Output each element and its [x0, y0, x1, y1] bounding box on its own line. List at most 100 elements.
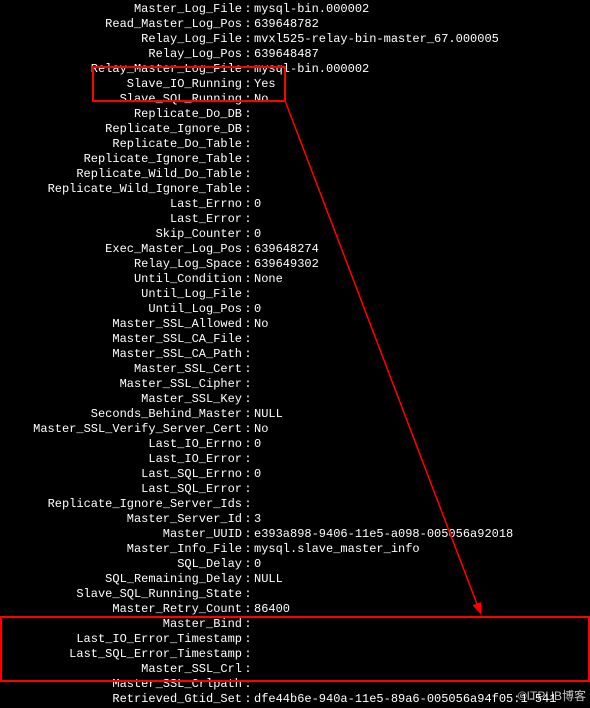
status-row: Master_SSL_Crlpath:: [4, 677, 586, 692]
colon-separator: :: [244, 662, 252, 677]
status-row: Replicate_Ignore_Server_Ids:: [4, 497, 586, 512]
colon-separator: :: [244, 32, 252, 47]
status-value: [252, 347, 586, 362]
status-value: [252, 377, 586, 392]
status-label: Exec_Master_Log_Pos: [4, 242, 244, 257]
colon-separator: :: [244, 212, 252, 227]
status-row: Replicate_Wild_Ignore_Table:: [4, 182, 586, 197]
status-value: 0: [252, 227, 586, 242]
colon-separator: :: [244, 647, 252, 662]
status-value: [252, 392, 586, 407]
colon-separator: :: [244, 107, 252, 122]
status-value: NULL: [252, 407, 586, 422]
colon-separator: :: [244, 362, 252, 377]
status-label: Replicate_Do_DB: [4, 107, 244, 122]
status-value: 0: [252, 467, 586, 482]
status-row: Slave_SQL_Running_State:: [4, 587, 586, 602]
status-label: Read_Master_Log_Pos: [4, 17, 244, 32]
status-label: Master_Log_File: [4, 2, 244, 17]
status-row: Replicate_Wild_Do_Table:: [4, 167, 586, 182]
status-label: Skip_Counter: [4, 227, 244, 242]
status-row: Slave_SQL_Running:No: [4, 92, 586, 107]
status-row: Last_SQL_Error_Timestamp:: [4, 647, 586, 662]
status-label: Last_IO_Errno: [4, 437, 244, 452]
colon-separator: :: [244, 602, 252, 617]
mysql-slave-status-output: Master_Log_File:mysql-bin.000002Read_Mas…: [0, 0, 590, 708]
status-row: Replicate_Ignore_Table:: [4, 152, 586, 167]
colon-separator: :: [244, 347, 252, 362]
status-row: Master_Retry_Count:86400: [4, 602, 586, 617]
status-label: Until_Log_File: [4, 287, 244, 302]
status-row: Master_SSL_Cipher:: [4, 377, 586, 392]
colon-separator: :: [244, 272, 252, 287]
status-label: SQL_Delay: [4, 557, 244, 572]
status-label: Relay_Log_File: [4, 32, 244, 47]
status-row: Relay_Master_Log_File:mysql-bin.000002: [4, 62, 586, 77]
colon-separator: :: [244, 557, 252, 572]
status-value: 0: [252, 197, 586, 212]
status-label: Master_UUID: [4, 527, 244, 542]
status-value: [252, 362, 586, 377]
colon-separator: :: [244, 632, 252, 647]
status-value: [252, 212, 586, 227]
status-row: Exec_Master_Log_Pos:639648274: [4, 242, 586, 257]
status-row: Master_Log_File:mysql-bin.000002: [4, 2, 586, 17]
status-label: Relay_Log_Pos: [4, 47, 244, 62]
colon-separator: :: [244, 167, 252, 182]
status-value: 86400: [252, 602, 586, 617]
status-row: Retrieved_Gtid_Set:dfe44b6e-940a-11e5-89…: [4, 692, 586, 707]
colon-separator: :: [244, 437, 252, 452]
status-label: Master_Server_Id: [4, 512, 244, 527]
status-label: Master_Info_File: [4, 542, 244, 557]
status-value: 639648487: [252, 47, 586, 62]
status-label: Last_IO_Error_Timestamp: [4, 632, 244, 647]
status-label: Master_Retry_Count: [4, 602, 244, 617]
colon-separator: :: [244, 332, 252, 347]
colon-separator: :: [244, 152, 252, 167]
colon-separator: :: [244, 137, 252, 152]
colon-separator: :: [244, 542, 252, 557]
status-value: [252, 482, 586, 497]
status-row: Last_IO_Error:: [4, 452, 586, 467]
status-label: Relay_Master_Log_File: [4, 62, 244, 77]
status-label: Master_SSL_Key: [4, 392, 244, 407]
status-value: No: [252, 317, 586, 332]
status-row: Master_Bind:: [4, 617, 586, 632]
status-value: [252, 182, 586, 197]
status-row: Master_UUID:e393a898-9406-11e5-a098-0050…: [4, 527, 586, 542]
status-row: Master_SSL_Verify_Server_Cert:No: [4, 422, 586, 437]
status-label: Last_SQL_Error: [4, 482, 244, 497]
status-row: Last_SQL_Errno:0: [4, 467, 586, 482]
status-label: Last_IO_Error: [4, 452, 244, 467]
status-value: [252, 152, 586, 167]
status-label: Master_SSL_CA_Path: [4, 347, 244, 362]
status-row: Master_SSL_Allowed:No: [4, 317, 586, 332]
status-value: [252, 617, 586, 632]
status-label: Slave_IO_Running: [4, 77, 244, 92]
status-label: Replicate_Ignore_Server_Ids: [4, 497, 244, 512]
colon-separator: :: [244, 617, 252, 632]
colon-separator: :: [244, 527, 252, 542]
colon-separator: :: [244, 422, 252, 437]
colon-separator: :: [244, 377, 252, 392]
status-value: mysql.slave_master_info: [252, 542, 586, 557]
status-row: Relay_Log_Space:639649302: [4, 257, 586, 272]
status-row: Until_Log_File:: [4, 287, 586, 302]
status-value: 0: [252, 302, 586, 317]
colon-separator: :: [244, 197, 252, 212]
status-label: Last_SQL_Errno: [4, 467, 244, 482]
status-row: Until_Log_Pos:0: [4, 302, 586, 317]
colon-separator: :: [244, 2, 252, 17]
colon-separator: :: [244, 182, 252, 197]
colon-separator: :: [244, 317, 252, 332]
status-row: SQL_Delay:0: [4, 557, 586, 572]
colon-separator: :: [244, 302, 252, 317]
colon-separator: :: [244, 242, 252, 257]
status-value: e393a898-9406-11e5-a098-005056a92018: [252, 527, 586, 542]
status-value: None: [252, 272, 586, 287]
colon-separator: :: [244, 257, 252, 272]
status-label: Master_SSL_CA_File: [4, 332, 244, 347]
status-row: Last_IO_Errno:0: [4, 437, 586, 452]
colon-separator: :: [244, 62, 252, 77]
status-label: Master_Bind: [4, 617, 244, 632]
